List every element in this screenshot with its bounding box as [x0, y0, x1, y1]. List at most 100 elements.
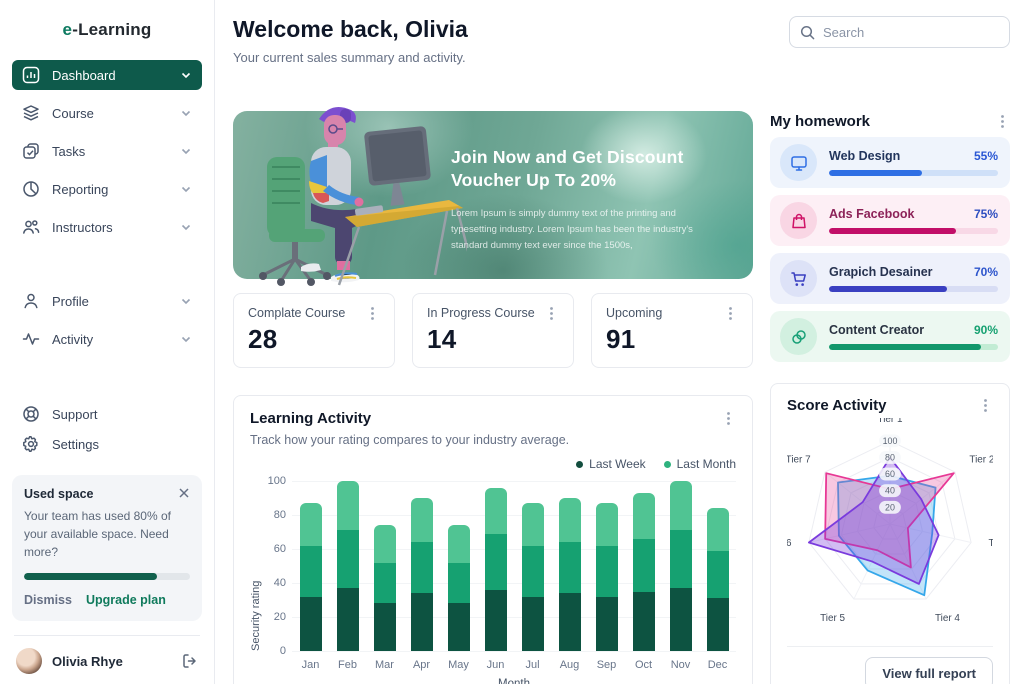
svg-text:Tier 6: Tier 6	[787, 538, 792, 549]
view-full-report-button[interactable]: View full report	[865, 657, 993, 684]
homework-percent: 90%	[974, 323, 998, 337]
search-icon	[800, 25, 815, 40]
sidebar-item-support[interactable]: Support	[12, 399, 202, 429]
homework-name: Content Creator	[829, 323, 924, 337]
radar-chart: 20406080100Tier 1Tier 2Tier 3Tier 4Tier …	[787, 418, 993, 630]
homework-item-ads-facebook[interactable]: Ads Facebook 75%	[770, 195, 1010, 246]
person-at-desk-illustration	[239, 95, 467, 291]
homework-name: Grapich Desainer	[829, 265, 933, 279]
score-card-footer: View full report	[787, 646, 993, 684]
sidebar-section-gap	[12, 250, 202, 286]
homework-percent: 70%	[974, 265, 998, 279]
banner-text: Join Now and Get Discount Voucher Up To …	[451, 146, 736, 253]
checklist-icon	[22, 142, 40, 160]
dismiss-button[interactable]: Dismiss	[24, 593, 72, 607]
pie-chart-icon	[22, 180, 40, 198]
upgrade-plan-button[interactable]: Upgrade plan	[86, 593, 166, 607]
svg-text:Tier 5: Tier 5	[820, 613, 845, 624]
close-icon[interactable]	[176, 485, 192, 501]
stats-row: Complate Course 28 In Progress Course 14	[233, 293, 753, 368]
left-column: Join Now and Get Discount Voucher Up To …	[233, 111, 753, 684]
bar-sep	[588, 481, 625, 651]
bar-feb	[329, 481, 366, 651]
sidebar-item-tasks[interactable]: Tasks	[12, 136, 202, 166]
sidebar-item-course[interactable]: Course	[12, 98, 202, 128]
chart-legend: Last WeekLast Month	[250, 457, 736, 471]
homework-percent: 55%	[974, 149, 998, 163]
chevron-down-icon	[180, 221, 192, 233]
gear-icon	[22, 435, 40, 453]
learning-activity-card: Learning Activity Track how your rating …	[233, 395, 753, 684]
kebab-menu-icon[interactable]	[543, 305, 559, 321]
homework-item-content-creator[interactable]: Content Creator 90%	[770, 311, 1010, 362]
kebab-menu-icon[interactable]	[720, 410, 736, 426]
sidebar-item-instructors[interactable]: Instructors	[12, 212, 202, 242]
topbar: Welcome back, Olivia Your current sales …	[233, 16, 1010, 65]
logout-icon[interactable]	[182, 653, 198, 669]
legend-dot	[576, 461, 583, 468]
people-icon	[22, 218, 40, 236]
chevron-down-icon	[180, 333, 192, 345]
learning-activity-subtitle: Track how your rating compares to your i…	[250, 433, 569, 447]
search-box	[789, 16, 1010, 48]
right-column: My homework Web Design 55%	[770, 111, 1010, 684]
bar-mar	[366, 481, 403, 651]
stat-label: In Progress Course	[427, 306, 535, 320]
homework-progress-fill	[829, 286, 947, 292]
stat-card-upcoming: Upcoming 91	[591, 293, 753, 368]
x-axis-ticks: JanFebMarAprMayJunJulAugSepOctNovDec	[292, 659, 736, 671]
stat-card-complete-course: Complate Course 28	[233, 293, 395, 368]
kebab-menu-icon[interactable]	[722, 305, 738, 321]
sidebar-item-label: Support	[52, 407, 98, 422]
page-subtitle: Your current sales summary and activity.	[233, 50, 468, 65]
homework-item-web-design[interactable]: Web Design 55%	[770, 137, 1010, 188]
shopping-bag-icon	[780, 202, 817, 239]
svg-text:Tier 2: Tier 2	[969, 454, 993, 465]
x-axis-title: Month	[292, 678, 736, 684]
main-content: Welcome back, Olivia Your current sales …	[215, 0, 1024, 684]
homework-progress-fill	[829, 228, 956, 234]
sidebar-item-dashboard[interactable]: Dashboard	[12, 60, 202, 90]
kebab-menu-icon[interactable]	[977, 397, 993, 413]
banner-headline: Join Now and Get Discount Voucher Up To …	[451, 146, 736, 192]
rings-icon	[780, 318, 817, 355]
sidebar-item-reporting[interactable]: Reporting	[12, 174, 202, 204]
score-activity-title: Score Activity	[787, 397, 887, 414]
svg-text:20: 20	[885, 502, 895, 512]
search-input[interactable]	[823, 25, 999, 40]
sidebar-item-label: Settings	[52, 437, 99, 452]
banner-body: Lorem Ipsum is simply dummy text of the …	[451, 206, 723, 253]
bar-chart: Security rating 020406080100 JanFebMarAp…	[250, 481, 736, 684]
svg-text:Tier 1: Tier 1	[878, 418, 903, 425]
pulse-icon	[22, 330, 40, 348]
y-axis-title: Security rating	[250, 481, 262, 651]
homework-progress-track	[829, 286, 998, 292]
sidebar-item-label: Activity	[52, 332, 168, 347]
app-logo: e-Learning	[12, 14, 202, 60]
bar-jun	[477, 481, 514, 651]
app-root: e-Learning Dashboard Course Tasks Report…	[0, 0, 1024, 684]
sidebar-item-label: Dashboard	[52, 68, 168, 83]
bar-dec	[699, 481, 736, 651]
page-title: Welcome back, Olivia	[233, 16, 468, 43]
bar-jan	[292, 481, 329, 651]
homework-progress-fill	[829, 170, 922, 176]
sidebar-item-settings[interactable]: Settings	[12, 429, 202, 459]
sidebar-item-activity[interactable]: Activity	[12, 324, 202, 354]
stat-value: 28	[248, 324, 380, 355]
user-row[interactable]: Olivia Rhye	[12, 636, 202, 674]
used-space-title: Used space	[24, 487, 190, 501]
logo-accent: e	[63, 20, 73, 39]
sidebar-item-label: Course	[52, 106, 168, 121]
kebab-menu-icon[interactable]	[994, 114, 1010, 130]
used-space-text: Your team has used 80% of your available…	[24, 507, 184, 561]
bar-chart-icon	[22, 66, 40, 84]
homework-name: Web Design	[829, 149, 900, 163]
sidebar-item-profile[interactable]: Profile	[12, 286, 202, 316]
y-axis-ticks: 020406080100	[264, 481, 292, 651]
homework-progress-track	[829, 228, 998, 234]
homework-title: My homework	[770, 113, 870, 130]
kebab-menu-icon[interactable]	[364, 305, 380, 321]
homework-item-grapich-desainer[interactable]: Grapich Desainer 70%	[770, 253, 1010, 304]
svg-text:Tier 7: Tier 7	[787, 454, 811, 465]
